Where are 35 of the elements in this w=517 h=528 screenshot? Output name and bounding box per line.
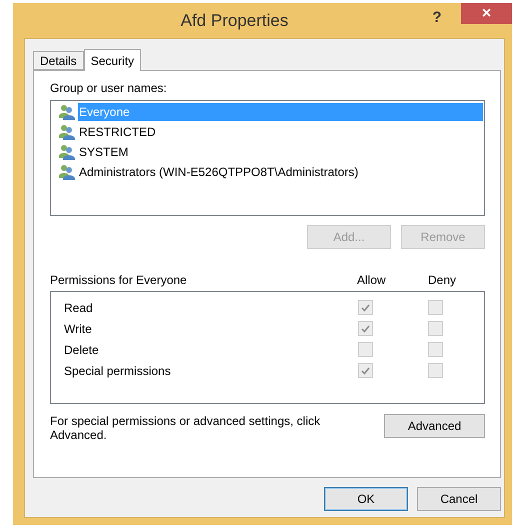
permission-label: Special permissions [64, 364, 171, 378]
permission-label: Delete [64, 342, 99, 356]
close-button[interactable]: × [461, 3, 512, 24]
column-header: Allow [357, 273, 386, 287]
allow-checkbox[interactable] [358, 321, 373, 336]
check-icon [361, 366, 370, 374]
users-icon [58, 104, 76, 120]
window-title: Afd Properties [180, 10, 290, 30]
allow-checkbox[interactable] [358, 300, 373, 315]
user-item[interactable]: SYSTEM [78, 143, 483, 161]
tab[interactable]: Details [33, 51, 84, 70]
section-label: Permissions for Everyone [50, 273, 187, 287]
users-icon [58, 124, 76, 140]
deny-checkbox[interactable] [428, 300, 443, 315]
deny-checkbox[interactable] [428, 321, 443, 336]
allow-checkbox[interactable] [358, 363, 373, 378]
user-item[interactable]: Administrators (WIN-E526QTPPO8T\Administrators) [78, 163, 483, 181]
column-header: Deny [428, 273, 456, 287]
deny-checkbox[interactable] [428, 342, 443, 357]
dialog-button[interactable]: Cancel [417, 487, 501, 511]
user-item[interactable]: RESTRICTED [78, 123, 483, 141]
section-label: Group or user names: [50, 81, 168, 95]
check-icon [361, 304, 370, 312]
permission-label: Write [64, 322, 92, 336]
tab[interactable]: Security [84, 49, 142, 71]
help-button[interactable]: ? [425, 9, 449, 26]
advanced-button[interactable]: Advanced [384, 414, 485, 438]
advanced-note: For special permissions or advanced settings, click Advanced. [50, 414, 322, 442]
permission-label: Read [64, 300, 93, 314]
check-icon [361, 324, 370, 332]
dialog-button[interactable]: OK [324, 487, 408, 511]
deny-checkbox[interactable] [428, 363, 443, 378]
allow-checkbox[interactable] [358, 342, 373, 357]
users-icon [58, 164, 76, 180]
users-icon [58, 144, 76, 160]
